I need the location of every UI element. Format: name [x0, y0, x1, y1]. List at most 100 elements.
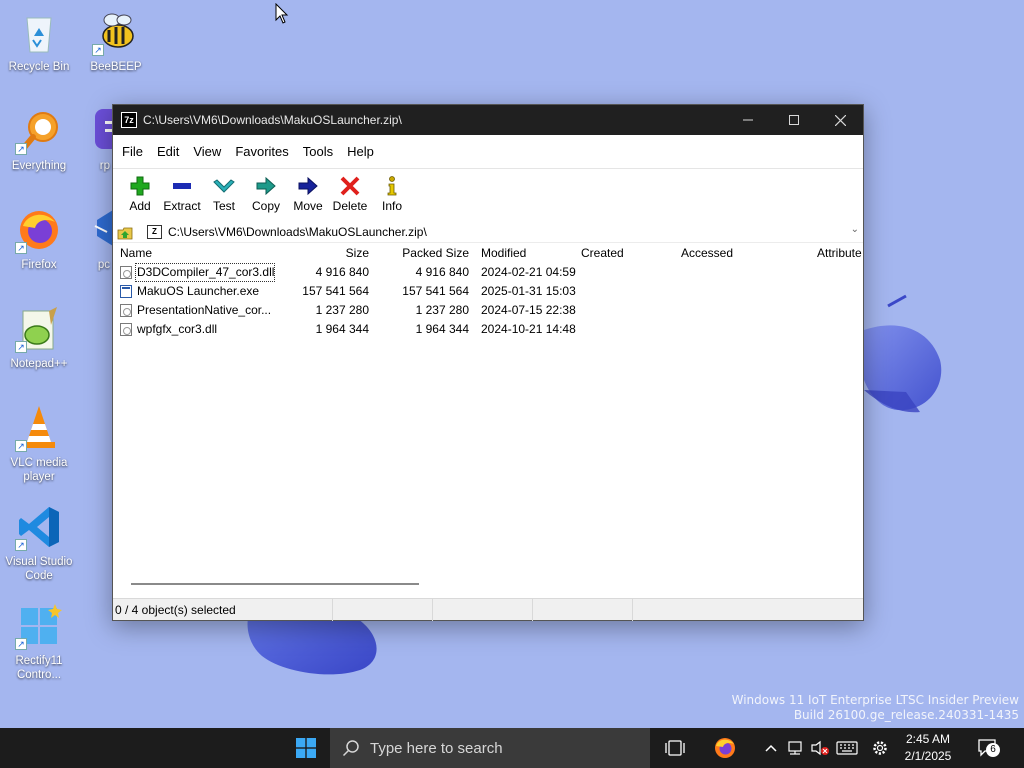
start-button[interactable] — [286, 728, 326, 768]
minimize-button[interactable] — [725, 105, 771, 135]
file-list: Name Size Packed Size Modified Created A… — [113, 243, 863, 596]
desktop-icon-pc[interactable]: pc — [78, 206, 112, 272]
desktop-icon-label: rp — [99, 160, 110, 172]
search-icon — [342, 740, 359, 757]
file-packed-size: 157 541 564 — [402, 284, 469, 298]
up-folder-icon — [117, 227, 133, 239]
copy-button[interactable]: Copy — [245, 173, 287, 213]
recycle-bin-icon — [15, 8, 63, 56]
settings-button[interactable] — [868, 728, 892, 768]
shortcut-arrow-icon: ↗ — [15, 143, 27, 155]
extract-button[interactable]: Extract — [161, 173, 203, 213]
maximize-icon — [789, 115, 799, 125]
desktop-icon-everything[interactable]: ↗ Everything — [1, 107, 77, 173]
column-header-packed-size[interactable]: Packed Size — [383, 243, 469, 263]
toolbar: Add Extract Test Copy Move Delete Info — [113, 169, 863, 221]
notepad-plus-plus-icon: ↗ — [15, 305, 63, 353]
shortcut-arrow-icon: ↗ — [15, 638, 27, 650]
maximize-button[interactable] — [771, 105, 817, 135]
chevron-down-icon: ⌄ — [850, 224, 859, 235]
horizontal-scrollbar[interactable] — [131, 583, 419, 585]
column-header-name[interactable]: Name — [120, 243, 152, 263]
show-hidden-icons-button[interactable] — [762, 728, 780, 768]
menu-file[interactable]: File — [115, 135, 150, 169]
move-icon — [298, 176, 318, 196]
taskbar-search-box[interactable]: Type here to search — [330, 728, 650, 768]
desktop-icon-label: Firefox — [21, 259, 57, 271]
delete-button[interactable]: Delete — [329, 173, 371, 213]
title-bar[interactable]: 7z C:\Users\VM6\Downloads\MakuOSLauncher… — [113, 105, 863, 135]
status-cell-size — [333, 599, 433, 621]
desktop-icon-beebeep[interactable]: ↗ BeeBEEP — [78, 8, 154, 74]
desktop-icon-label: Visual Studio Code — [5, 556, 73, 582]
close-button[interactable] — [817, 105, 863, 135]
volume-button[interactable] — [808, 728, 832, 768]
copy-icon — [256, 176, 276, 196]
clock-date: 2/1/2025 — [904, 749, 952, 763]
column-header-attributes[interactable]: Attribute — [817, 243, 863, 263]
desktop-icon-firefox[interactable]: ↗ Firefox — [1, 206, 77, 272]
chevron-up-icon — [765, 744, 777, 752]
path-dropdown-button[interactable]: ⌄ — [851, 224, 859, 235]
extract-icon — [173, 183, 191, 189]
desktop-icon-label: pc — [97, 259, 110, 271]
address-bar: Z C:\Users\VM6\Downloads\MakuOSLauncher.… — [113, 221, 863, 243]
menu-view[interactable]: View — [186, 135, 228, 169]
menu-edit[interactable]: Edit — [150, 135, 186, 169]
file-name: D3DCompiler_47_cor3.dll — [135, 263, 275, 282]
menu-tools[interactable]: Tools — [296, 135, 340, 169]
file-modified: 2025-01-31 15:03 — [481, 284, 576, 298]
task-view-button[interactable] — [660, 728, 690, 768]
desktop-icon-vlc[interactable]: ↗ VLC media player — [1, 404, 77, 484]
info-icon — [387, 176, 397, 196]
desktop-icon-rectify11[interactable]: ↗ Rectify11 Contro... — [1, 602, 77, 682]
column-header-accessed[interactable]: Accessed — [681, 243, 733, 263]
status-cell-date — [533, 599, 633, 621]
path-input[interactable]: Z C:\Users\VM6\Downloads\MakuOSLauncher.… — [147, 224, 427, 239]
desktop-icon-label: BeeBEEP — [90, 61, 142, 73]
path-text: C:\Users\VM6\Downloads\MakuOSLauncher.zi… — [168, 224, 427, 239]
info-button-label: Info — [381, 199, 402, 213]
menu-favorites[interactable]: Favorites — [228, 135, 295, 169]
test-button[interactable]: Test — [203, 173, 245, 213]
vlc-icon: ↗ — [15, 404, 63, 452]
network-button[interactable] — [784, 728, 806, 768]
move-button[interactable]: Move — [287, 173, 329, 213]
gear-icon — [873, 741, 887, 755]
notification-center-button[interactable]: 6 — [974, 728, 1002, 768]
sevenzip-app-icon: 7z — [121, 112, 137, 128]
column-header-created[interactable]: Created — [581, 243, 624, 263]
close-icon — [834, 114, 846, 126]
vscode-icon: ↗ — [15, 503, 63, 551]
shortcut-arrow-icon: ↗ — [92, 44, 104, 56]
notification-count-badge: 6 — [986, 743, 1000, 757]
file-row[interactable]: MakuOS Launcher.exe 157 541 564 157 541 … — [113, 282, 863, 301]
file-packed-size: 1 237 280 — [415, 303, 469, 317]
add-button[interactable]: Add — [119, 173, 161, 213]
test-button-label: Test — [212, 199, 235, 213]
shortcut-arrow-icon: ↗ — [15, 341, 27, 353]
desktop-icon-rp[interactable]: rp — [78, 107, 112, 173]
file-modified: 2024-07-15 22:38 — [481, 303, 576, 317]
column-header-size[interactable]: Size — [313, 243, 369, 263]
info-button[interactable]: Info — [371, 173, 413, 213]
file-row[interactable]: wpfgfx_cor3.dll 1 964 344 1 964 344 2024… — [113, 320, 863, 339]
shortcut-arrow-icon: ↗ — [15, 242, 27, 254]
desktop-icon-vscode[interactable]: ↗ Visual Studio Code — [1, 503, 77, 583]
touch-keyboard-button[interactable] — [834, 728, 860, 768]
menu-help[interactable]: Help — [340, 135, 381, 169]
desktop-icon-recycle-bin[interactable]: Recycle Bin — [1, 8, 77, 74]
taskbar-clock[interactable]: 2:45 AM 2/1/2025 — [896, 731, 960, 765]
up-folder-button[interactable] — [113, 221, 137, 243]
file-row[interactable]: D3DCompiler_47_cor3.dll 4 916 840 4 916 … — [113, 263, 863, 282]
desktop-icon-notepad-plus-plus[interactable]: ↗ Notepad++ — [1, 305, 77, 371]
taskbar-firefox-button[interactable] — [710, 728, 740, 768]
file-modified: 2024-10-21 14:48 — [481, 322, 576, 336]
copy-button-label: Copy — [251, 199, 280, 213]
column-header-modified[interactable]: Modified — [481, 243, 526, 263]
file-row[interactable]: PresentationNative_cor... 1 237 280 1 23… — [113, 301, 863, 320]
desktop-icon-label: Notepad++ — [10, 358, 68, 370]
rectify11-icon: ↗ — [15, 602, 63, 650]
search-placeholder: Type here to search — [370, 739, 503, 757]
status-cell-packed — [433, 599, 533, 621]
